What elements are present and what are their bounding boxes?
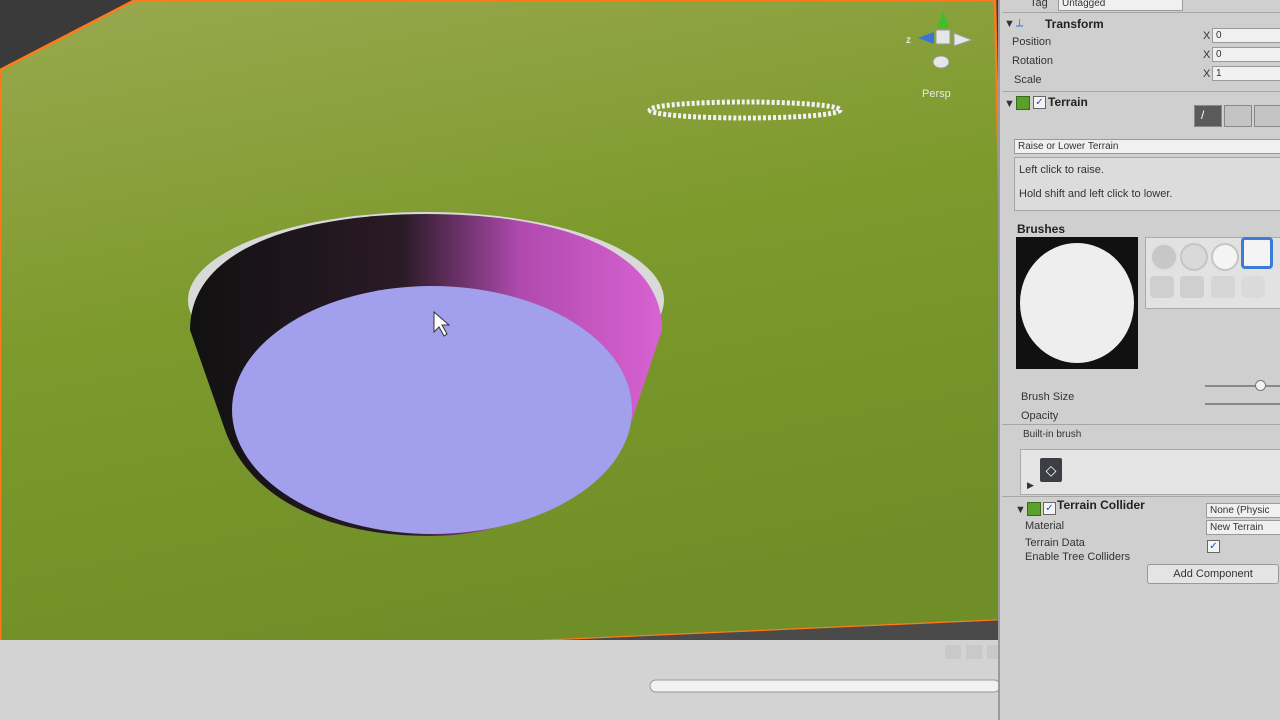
collider-enabled-checkbox[interactable]: ✓ xyxy=(1043,502,1056,515)
help-text-lower: Hold shift and left click to lower. xyxy=(1019,188,1173,200)
tool-dropdown[interactable]: Raise or Lower Terrain xyxy=(1014,139,1280,154)
position-x-field[interactable]: 0 xyxy=(1212,28,1280,43)
scale-x-field[interactable]: 1 xyxy=(1212,66,1280,81)
terrain-collider-icon xyxy=(1027,502,1041,516)
terrain-component-icon xyxy=(1016,96,1030,110)
brush-preview xyxy=(1016,237,1138,369)
material-field[interactable]: None (Physic xyxy=(1206,503,1280,518)
unity-logo-icon: ◇ xyxy=(1040,458,1062,482)
brush-option-5[interactable] xyxy=(1150,276,1174,298)
terrain-data-label: Terrain Data xyxy=(1025,537,1085,549)
material-label: Material xyxy=(1025,520,1065,532)
brush-size-slider-handle[interactable] xyxy=(1255,380,1266,391)
tag-dropdown[interactable]: Untagged xyxy=(1058,0,1183,11)
transform-title[interactable]: Transform xyxy=(1045,17,1104,31)
divider xyxy=(1002,424,1280,425)
brush-option-selected[interactable] xyxy=(1241,237,1273,269)
brush-option-6[interactable] xyxy=(1180,276,1204,298)
opacity-label: Opacity xyxy=(1021,410,1059,422)
scale-label: Scale xyxy=(1014,74,1042,86)
filter-icon[interactable] xyxy=(945,645,961,659)
paint-height-tool-button[interactable] xyxy=(1224,105,1252,127)
divider xyxy=(1002,496,1280,497)
brushes-label: Brushes xyxy=(1017,222,1066,236)
foldout-arrow-icon[interactable]: ▼ xyxy=(1015,504,1026,516)
brush-size-label: Brush Size xyxy=(1021,391,1075,403)
label-icon[interactable] xyxy=(966,645,982,659)
enable-tree-colliders-checkbox[interactable]: ✓ xyxy=(1207,540,1220,553)
builtin-brush-label: Built-in brush xyxy=(1023,429,1082,440)
terrain-data-field[interactable]: New Terrain xyxy=(1206,520,1280,535)
brush-option-2[interactable] xyxy=(1180,243,1208,271)
opacity-slider[interactable] xyxy=(1205,403,1280,405)
expand-arrow-icon[interactable]: ▶ xyxy=(1027,480,1034,491)
terrain-collider-title[interactable]: Terrain Collider xyxy=(1057,498,1145,512)
position-label: Position xyxy=(1012,36,1052,48)
transform-icon: ⟂ xyxy=(1016,17,1024,29)
persp-label[interactable]: Persp xyxy=(922,88,951,100)
terrain-enabled-checkbox[interactable]: ✓ xyxy=(1033,96,1046,109)
brush-option-1[interactable] xyxy=(1150,243,1178,271)
rotation-x-field[interactable]: 0 xyxy=(1212,47,1280,62)
terrain-title[interactable]: Terrain xyxy=(1048,95,1088,109)
brush-option-7[interactable] xyxy=(1211,276,1235,298)
rotation-x-axis: X xyxy=(1203,49,1211,61)
scale-x-axis: X xyxy=(1203,68,1211,80)
foldout-arrow-icon[interactable]: ▼ xyxy=(1004,18,1015,30)
raise-lower-tool-button[interactable]: / xyxy=(1194,105,1222,127)
project-search-input[interactable] xyxy=(649,679,1001,693)
smooth-tool-button[interactable] xyxy=(1254,105,1280,127)
position-x-axis: X xyxy=(1203,30,1211,42)
rotation-label: Rotation xyxy=(1012,55,1053,67)
divider xyxy=(1002,12,1280,13)
brush-option-3[interactable] xyxy=(1211,243,1239,271)
foldout-arrow-icon[interactable]: ▼ xyxy=(1004,98,1015,110)
crater-floor xyxy=(232,286,632,534)
gizmo-z-label: z xyxy=(906,35,911,46)
help-text-raise: Left click to raise. xyxy=(1019,164,1104,176)
divider xyxy=(1002,91,1280,92)
brush-size-slider[interactable] xyxy=(1205,385,1280,387)
brush-option-8[interactable] xyxy=(1241,276,1265,298)
tag-label: Tag xyxy=(1030,0,1048,9)
enable-tree-colliders-label: Enable Tree Colliders xyxy=(1025,551,1131,563)
add-component-button[interactable]: Add Component xyxy=(1147,564,1279,584)
brush-tool-icon: / xyxy=(1201,108,1205,122)
